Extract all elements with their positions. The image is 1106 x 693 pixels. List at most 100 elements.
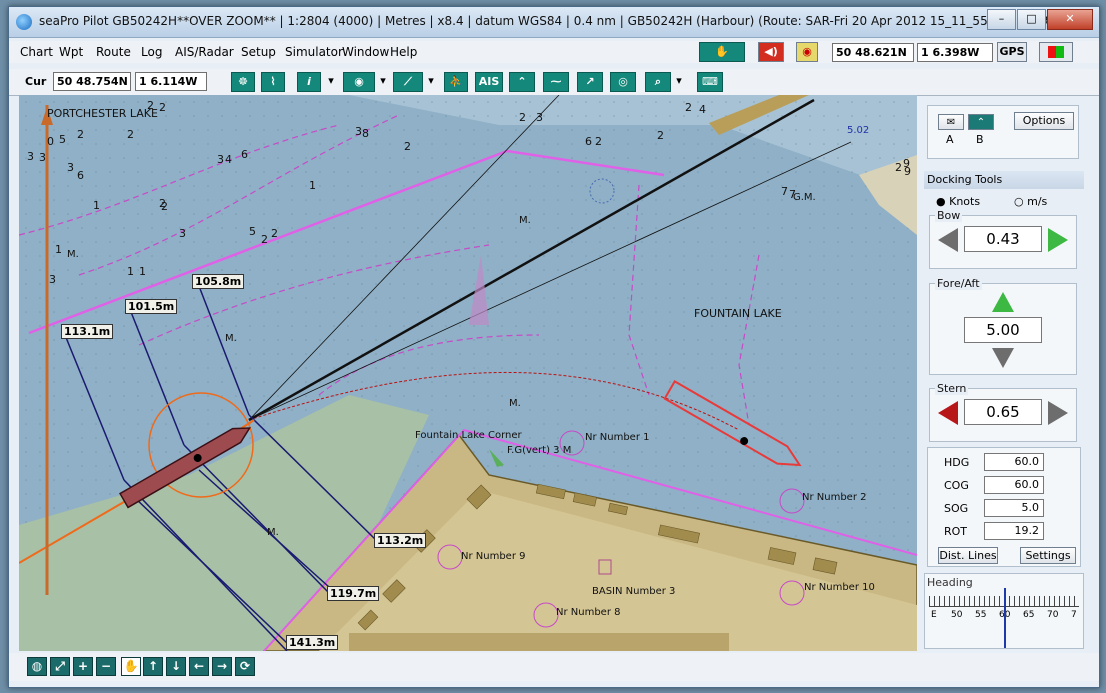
pan-right-button[interactable]: → [212, 657, 232, 676]
menu-help[interactable]: Help [390, 45, 417, 59]
menu-route[interactable]: Route [96, 45, 131, 59]
alarm-button[interactable]: ◀) [758, 42, 784, 62]
pan-button[interactable]: ✋ [121, 657, 141, 676]
info-button[interactable]: i [297, 72, 321, 92]
label-m-5: M. [267, 527, 279, 538]
pan-up-button[interactable]: ↑ [143, 657, 163, 676]
label-nr-number-9: Nr Number 9 [461, 551, 526, 562]
depth-sounding: 3 [217, 153, 224, 166]
stern-port-arrow-icon[interactable] [938, 401, 958, 425]
label-gm: G.M. [793, 192, 816, 203]
ms-radio[interactable]: ○ m/s [1014, 195, 1047, 208]
line-button[interactable]: ⁓ [543, 72, 569, 92]
menu-ais-radar[interactable]: AIS/Radar [175, 45, 234, 59]
refresh-button[interactable]: ⟳ [235, 657, 255, 676]
tab-b[interactable]: B [976, 133, 984, 146]
radar-icon: ◎ [618, 75, 628, 88]
range-label-3: 105.8m [192, 274, 245, 289]
measure-button[interactable]: ⌇ [261, 72, 285, 92]
astern-arrow-icon[interactable] [992, 348, 1014, 368]
close-button[interactable]: ✕ [1047, 9, 1093, 30]
chart-object-button[interactable]: ◉ [796, 42, 818, 62]
menu-simulator[interactable]: Simulator [285, 45, 343, 59]
depth-sounding: 3 [49, 273, 56, 286]
heading-scale-label: E [931, 610, 937, 620]
menu-chart[interactable]: Chart [20, 45, 53, 59]
chart-view[interactable]: 5.02 PORTCHESTER LAKE FOUNTAIN LAKE Foun… [19, 95, 917, 651]
zoom-fit-button[interactable]: ⤢ [50, 657, 70, 676]
ship-wheel-icon: ☸ [238, 75, 248, 88]
keyboard-button[interactable]: ⌨ [697, 72, 723, 92]
arrow-icon: ↗ [585, 75, 595, 88]
depth-sounding: 8 [362, 127, 369, 140]
gps-latitude: 50 48.621N [832, 43, 914, 62]
ais-button[interactable]: AIS [475, 72, 503, 92]
zoom-in-button[interactable]: + [73, 657, 93, 676]
depth-sounding: 4 [699, 103, 706, 116]
contour-label: 5.02 [847, 125, 869, 136]
depth-sounding: 0 [47, 135, 54, 148]
sog-label: SOG [944, 502, 969, 515]
view-a-button[interactable]: ✉ [938, 114, 964, 130]
bow-label: Bow [935, 209, 963, 222]
depth-sounding: 1 [139, 265, 146, 278]
menu-setup[interactable]: Setup [241, 45, 276, 59]
route-dropdown-button[interactable]: ▾ [425, 72, 437, 92]
view-b-button[interactable]: ⌃ [968, 114, 994, 130]
label-nr-number-2: Nr Number 2 [802, 492, 867, 503]
pan-hand-button[interactable]: ✋ [699, 42, 745, 62]
chart-toolbar: Cur 50 48.754N 1 6.114W ☸ ⌇ i ▾ ◉ ▾ ⟋ ▾ … [9, 69, 1099, 96]
person-button[interactable]: ⛹ [444, 72, 468, 92]
bow-starboard-arrow-icon[interactable] [1048, 228, 1068, 252]
depth-sounding: 1 [309, 179, 316, 192]
app-icon [16, 14, 32, 30]
view-dropdown-button[interactable]: ▾ [377, 72, 389, 92]
route-button[interactable]: ⟋ [393, 72, 423, 92]
menu-wpt[interactable]: Wpt [59, 45, 83, 59]
depth-sounding: 6 [77, 169, 84, 182]
stern-label: Stern [935, 382, 969, 395]
envelope-icon: ✉ [946, 117, 956, 128]
pan-left-button[interactable]: ← [189, 657, 209, 676]
radar-button[interactable]: ◎ [610, 72, 636, 92]
arrow-up-icon: ↑ [147, 659, 159, 673]
menu-log[interactable]: Log [141, 45, 162, 59]
depth-sounding: 3 [27, 150, 34, 163]
label-fountain-lake: FOUNTAIN LAKE [694, 307, 782, 320]
info-dropdown-button[interactable]: ▾ [325, 72, 337, 92]
tab-a[interactable]: A [946, 133, 954, 146]
view-button[interactable]: ◉ [343, 72, 375, 92]
bow-port-arrow-icon[interactable] [938, 228, 958, 252]
range-label-1: 113.1m [61, 324, 114, 339]
zoom-dropdown-button[interactable]: ▾ [673, 72, 685, 92]
depth-sounding: 6 [241, 148, 248, 161]
dist-lines-button[interactable]: Dist. Lines [938, 547, 998, 564]
bow-group: Bow 0.43 [929, 209, 1077, 269]
vector-button[interactable]: ↗ [577, 72, 603, 92]
maximize-button[interactable]: □ [1017, 9, 1046, 30]
chart-canvas[interactable]: 5.02 [19, 95, 917, 651]
cog-value: 60.0 [984, 476, 1044, 494]
gps-status-indicator [1039, 42, 1073, 62]
pan-down-button[interactable]: ↓ [166, 657, 186, 676]
minimize-button[interactable]: – [987, 9, 1016, 30]
menu-window[interactable]: Window [342, 45, 389, 59]
zoom-out-button[interactable]: − [96, 657, 116, 676]
route-icon: ⟋ [404, 75, 412, 88]
fore-aft-value: 5.00 [964, 317, 1042, 343]
label-nr-number-1: Nr Number 1 [585, 432, 650, 443]
depth-sounding: 3 [179, 227, 186, 240]
stern-starboard-arrow-icon[interactable] [1048, 401, 1068, 425]
depth-sounding: 3 [67, 161, 74, 174]
options-button[interactable]: Options [1014, 112, 1074, 130]
track-button[interactable]: ⌃ [509, 72, 535, 92]
stern-value: 0.65 [964, 399, 1042, 425]
gps-button[interactable]: GPS [997, 42, 1027, 62]
globe-button[interactable]: ◍ [27, 657, 47, 676]
ahead-arrow-icon[interactable] [992, 292, 1014, 312]
hand-icon: ✋ [715, 45, 729, 58]
settings-button[interactable]: Settings [1020, 547, 1076, 564]
knots-radio[interactable]: ● Knots [936, 195, 980, 208]
wheel-button[interactable]: ☸ [231, 72, 255, 92]
zoom-button[interactable]: ⌕ [645, 72, 671, 92]
